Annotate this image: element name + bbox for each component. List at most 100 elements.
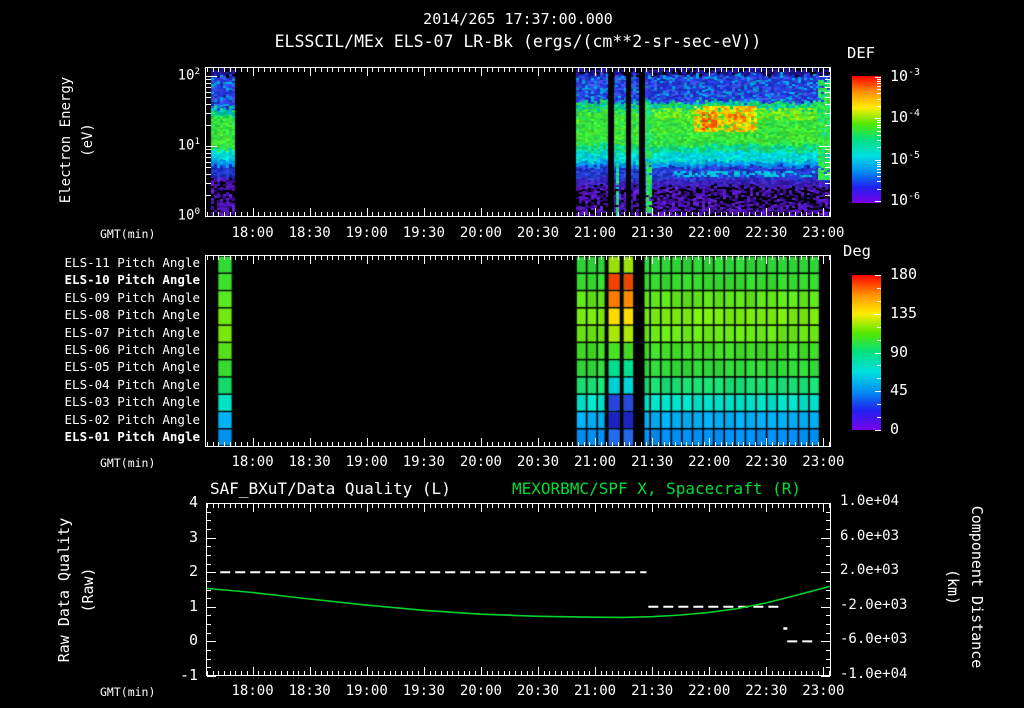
tick-mark	[737, 671, 739, 675]
tick-mark	[829, 442, 831, 446]
tick-mark	[435, 504, 437, 508]
tick-mark	[235, 256, 237, 260]
tick-mark	[206, 194, 211, 196]
tick-mark	[207, 641, 216, 643]
x-tick-label: 21:30	[631, 225, 674, 241]
tick-mark	[692, 256, 694, 260]
tick-mark	[378, 504, 380, 508]
tick-mark	[383, 671, 385, 675]
tick-mark	[566, 504, 568, 508]
distance-tick-label: -1.0e+04	[840, 666, 908, 682]
tick-mark	[577, 256, 579, 260]
tick-mark	[446, 442, 448, 446]
tick-mark	[669, 212, 671, 216]
tick-mark	[207, 554, 211, 556]
tick-mark	[819, 76, 830, 77]
tick-mark	[286, 671, 288, 675]
tick-mark	[652, 256, 654, 264]
tick-mark	[789, 68, 791, 72]
tick-mark	[400, 671, 402, 675]
tick-mark	[400, 256, 402, 260]
pitch-angle-heatmap	[206, 256, 830, 446]
tick-mark	[207, 667, 211, 669]
tick-mark	[789, 504, 791, 508]
tick-mark	[435, 256, 437, 260]
tick-mark	[577, 504, 579, 508]
tick-mark	[486, 212, 488, 216]
tick-mark	[635, 212, 637, 216]
tick-mark	[463, 671, 465, 675]
tick-mark	[783, 212, 785, 216]
tick-mark	[743, 68, 745, 72]
tick-mark	[629, 671, 631, 675]
tick-mark	[469, 68, 471, 72]
tick-mark	[772, 504, 773, 508]
x-tick-label: 23:00	[802, 683, 845, 699]
tick-mark	[309, 256, 311, 264]
tick-mark	[583, 504, 585, 508]
tick-mark	[378, 442, 380, 446]
tick-mark	[366, 438, 368, 446]
energy-axis-unit: (eV)	[80, 123, 96, 157]
tick-mark	[726, 68, 728, 72]
deg-colorbar-tick-label: 45	[890, 381, 909, 400]
tick-mark	[206, 79, 211, 81]
tick-mark	[207, 676, 216, 677]
tick-mark	[229, 442, 231, 446]
tick-mark	[709, 504, 711, 512]
tick-mark	[657, 68, 659, 72]
tick-mark	[877, 176, 881, 178]
tick-mark	[749, 212, 751, 216]
tick-mark	[406, 212, 408, 216]
tick-mark	[321, 442, 323, 446]
tick-mark	[429, 671, 431, 675]
tick-mark	[794, 442, 796, 446]
tick-mark	[509, 256, 511, 260]
tick-mark	[440, 256, 442, 260]
tick-mark	[875, 391, 881, 393]
tick-mark	[298, 212, 300, 216]
tick-mark	[720, 504, 722, 508]
tick-mark	[877, 78, 881, 80]
tick-mark	[515, 671, 517, 675]
tick-mark	[877, 168, 881, 170]
tick-mark	[549, 671, 551, 675]
tick-mark	[406, 256, 408, 260]
tick-mark	[435, 68, 437, 72]
tick-mark	[389, 68, 391, 72]
tick-mark	[218, 504, 220, 508]
tick-mark	[281, 256, 283, 260]
quality-tick-label: 4	[188, 493, 198, 511]
x-tick-label: 18:00	[231, 454, 274, 470]
tick-mark	[825, 86, 830, 88]
tick-mark	[469, 442, 471, 446]
tick-mark	[720, 671, 722, 675]
y-tick-label: 101	[177, 136, 200, 154]
tick-mark	[292, 256, 294, 260]
tick-mark	[418, 504, 420, 508]
tick-mark	[292, 671, 294, 675]
tick-mark	[332, 256, 334, 260]
tick-mark	[263, 442, 265, 446]
tick-mark	[595, 504, 597, 512]
tick-mark	[877, 89, 881, 91]
tick-mark	[463, 504, 465, 508]
tick-mark	[726, 671, 728, 675]
tick-mark	[600, 504, 602, 508]
tick-mark	[794, 504, 796, 508]
x-tick-label: 18:00	[231, 225, 274, 241]
tick-mark	[732, 504, 734, 508]
tick-mark	[366, 208, 368, 216]
tick-mark	[338, 671, 340, 675]
tick-mark	[475, 68, 477, 72]
tick-mark	[292, 504, 294, 508]
tick-mark	[829, 68, 831, 72]
tick-mark	[315, 671, 317, 675]
tick-mark	[577, 212, 579, 216]
tick-mark	[423, 208, 425, 216]
tick-mark	[412, 68, 414, 72]
tick-mark	[825, 124, 830, 126]
tick-mark	[617, 212, 619, 216]
tick-mark	[789, 671, 791, 675]
tick-mark	[321, 212, 323, 216]
